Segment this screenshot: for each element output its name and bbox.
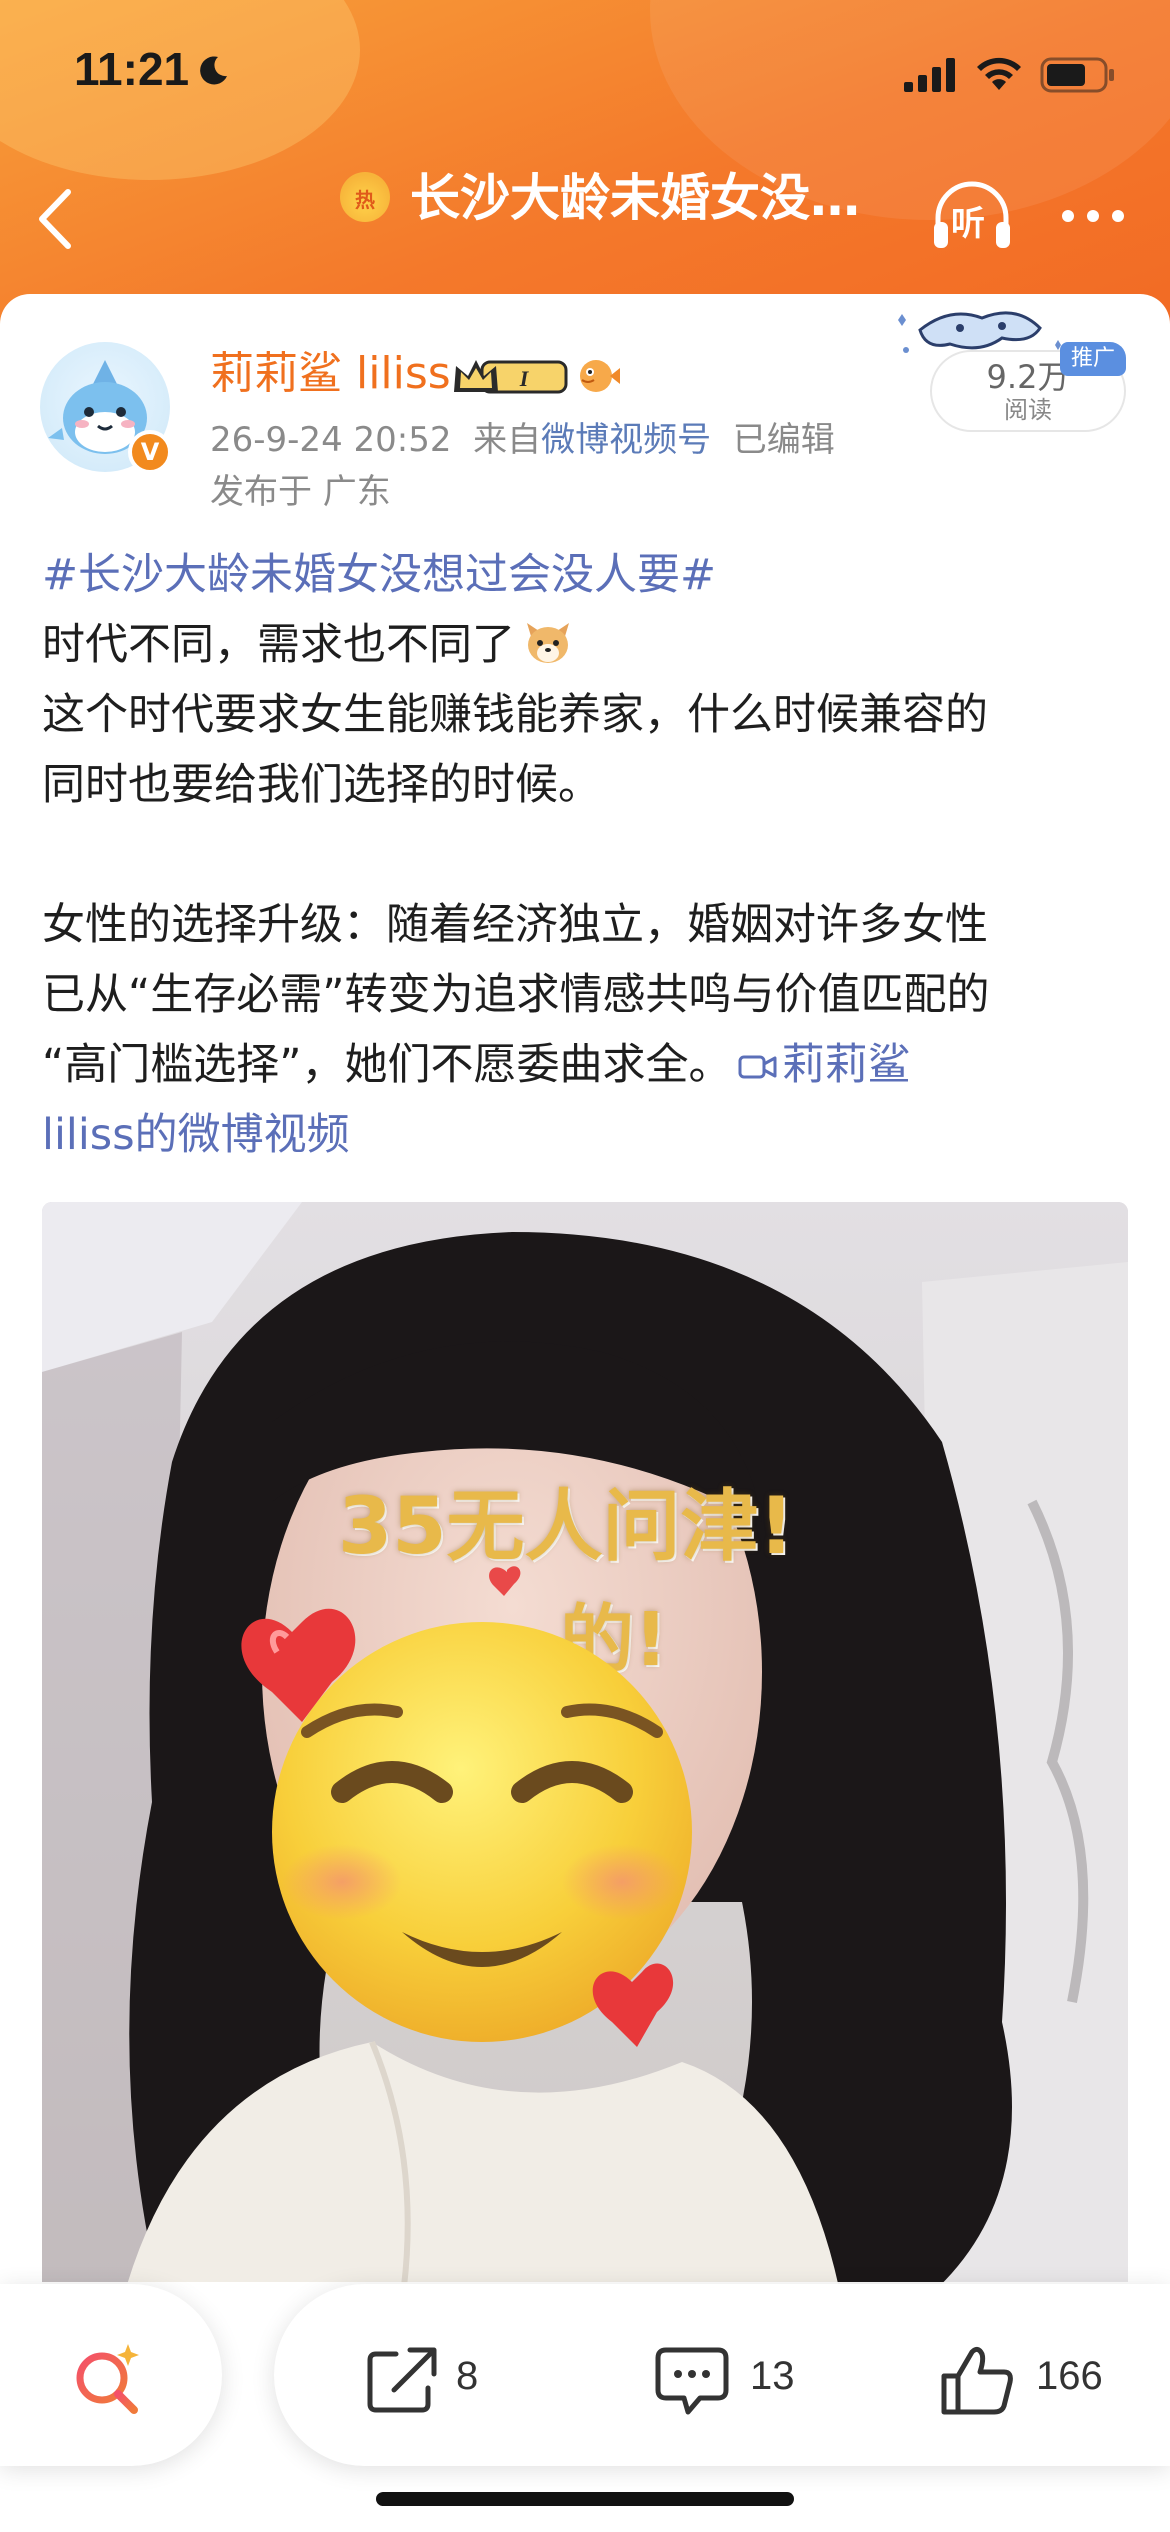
post-line: 这个时代要求女生能赚钱能养家，什么时候兼容的 <box>42 690 988 740</box>
cellular-signal-icon <box>904 58 955 92</box>
ai-search-button[interactable] <box>0 2284 222 2466</box>
listen-label: 听 <box>951 204 985 244</box>
action-bar: 8 13 166 <box>274 2284 1170 2466</box>
video-thumbnail[interactable]: 35无人问津! 的! <box>42 1202 1128 2302</box>
status-time: 11:21 <box>74 43 190 95</box>
more-options-icon[interactable] <box>1058 206 1128 226</box>
video-link[interactable]: 莉莉鲨 <box>782 1040 911 1090</box>
ai-search-icon <box>76 2344 139 2414</box>
hashtag-link[interactable]: #长沙大龄未婚女没想过会没人要# <box>42 550 716 600</box>
smiling-emoji-mosaic-icon <box>241 1566 692 2047</box>
source-prefix: 来自 <box>473 420 542 460</box>
post-timestamp: 26-9-24 20:52 <box>210 420 452 460</box>
post-line: 女性的选择升级：随着经济独立，婚姻对许多女性 <box>42 900 988 950</box>
post-source-link[interactable]: 微博视频号 <box>541 420 711 460</box>
post-location: 发布于 广东 <box>210 472 391 512</box>
hot-topic-icon: 热 <box>340 172 390 222</box>
edited-label[interactable]: 已编辑 <box>733 420 835 460</box>
post-meta: 26-9-24 20:52 来自微博视频号 已编辑 <box>210 418 835 462</box>
back-arrow-icon[interactable] <box>30 186 82 252</box>
nav-bar: 热 长沙大龄未婚女没… 听 <box>0 150 1170 280</box>
thumbs-up-icon <box>941 2346 1013 2415</box>
like-button[interactable]: 166 <box>938 2344 1128 2415</box>
like-count: 166 <box>1036 2354 1103 2398</box>
comment-button[interactable]: 13 <box>652 2344 802 2415</box>
home-indicator <box>376 2492 794 2506</box>
video-camera-icon[interactable] <box>738 1051 778 1083</box>
promoted-tag: 推广 <box>1060 342 1126 376</box>
post-card: V 莉莉鲨 liliss I 26-9-24 20:52 来自微博视频号 已编辑… <box>0 294 1170 2532</box>
post-body: #长沙大龄未婚女没想过会没人要# 时代不同，需求也不同了 这个时代要求女生能赚钱… <box>42 540 1132 1170</box>
video-link-continued[interactable]: liliss的微博视频 <box>42 1110 350 1160</box>
post-line: “高门槛选择”，她们不愿委曲求全。 <box>42 1040 732 1090</box>
wifi-icon <box>977 57 1021 90</box>
battery-icon <box>1040 57 1114 93</box>
topic-title[interactable]: 长沙大龄未婚女没… <box>410 166 880 230</box>
status-bar: 11:21 <box>0 0 1170 140</box>
vip-level: I <box>519 366 530 391</box>
comment-icon <box>655 2347 729 2415</box>
read-label: 阅读 <box>1004 396 1052 424</box>
verified-badge-icon: V <box>128 430 172 474</box>
comment-count: 13 <box>750 2354 795 2398</box>
dog-emoji-icon <box>527 623 569 663</box>
post-line: 同时也要给我们选择的时候。 <box>42 760 601 810</box>
vip-crown-icon[interactable]: I <box>452 356 570 396</box>
username[interactable]: 莉莉鲨 liliss <box>210 346 451 402</box>
share-icon <box>367 2347 437 2413</box>
post-line: 已从“生存必需”转变为追求情感共鸣与价值匹配的 <box>42 970 990 1020</box>
share-count: 8 <box>456 2354 479 2398</box>
moon-icon <box>200 56 227 85</box>
share-button[interactable]: 8 <box>366 2344 496 2414</box>
pufferfish-badge-icon <box>580 360 620 392</box>
post-line: 时代不同，需求也不同了 <box>42 620 515 670</box>
